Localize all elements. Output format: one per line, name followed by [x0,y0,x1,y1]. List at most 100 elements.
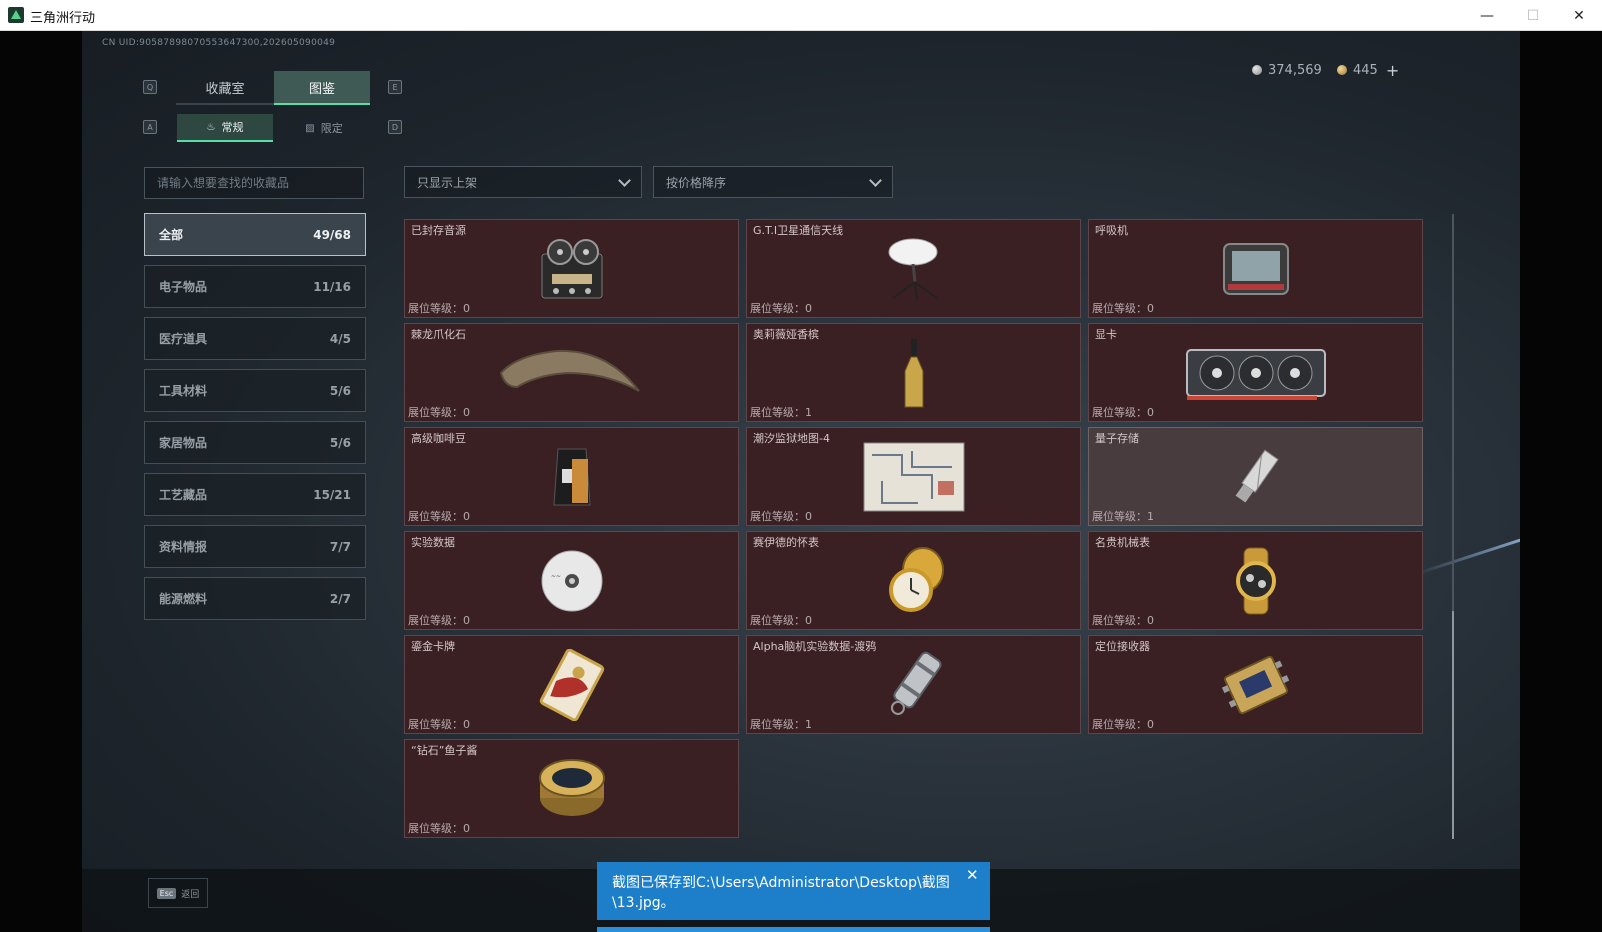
tab-collection-room[interactable]: 收藏室 [176,71,274,105]
item-card[interactable]: Alpha脑机实验数据-渡鸦 展位等级：1 [746,635,1081,734]
category-intel[interactable]: 资料情报 7/7 [144,525,366,568]
item-card[interactable]: 赛伊德的怀表 展位等级：0 [746,531,1081,630]
item-level: 展位等级：1 [1092,510,1154,523]
category-count: 2/7 [329,591,351,606]
category-label: 全部 [159,228,184,242]
item-card[interactable]: 高级咖啡豆 展位等级：0 [404,427,739,526]
pocket-watch-icon [854,546,974,616]
category-count: 5/6 [329,383,351,398]
item-card[interactable]: 显卡 展位等级：0 [1088,323,1423,422]
toast-progress-bar [597,927,990,932]
item-card[interactable]: 名贵机械表 展位等级：0 [1088,531,1423,630]
item-name: 显卡 [1095,328,1117,341]
coffee-bag-icon [512,442,632,512]
limited-icon: ▨ [305,122,315,134]
item-level: 展位等级：0 [408,822,470,835]
gold-card-icon [512,649,632,721]
window-titlebar: 三角洲行动 — ☐ ✕ [0,0,1602,31]
data-canister-icon [854,650,974,720]
category-count: 49/68 [313,227,351,242]
item-card[interactable]: 定位接收器 展位等级：0 [1088,635,1423,734]
item-list-scroll-thumb[interactable] [1452,611,1454,839]
item-card[interactable]: 实验数据 ~~ 展位等级：0 [404,531,739,630]
category-count: 15/21 [313,487,351,502]
gold-amount: 445 [1353,62,1378,78]
subtab-regular[interactable]: ♨ 常规 [177,114,273,142]
graphics-card-icon [1181,338,1331,408]
item-name: 高级咖啡豆 [411,432,466,445]
item-level: 展位等级：0 [750,302,812,315]
item-level: 展位等级：0 [1092,614,1154,627]
key-hint-e: E [388,80,402,94]
item-level: 展位等级：1 [750,718,812,731]
flame-icon: ♨ [206,121,216,133]
key-hint-d: D [388,120,402,134]
item-card[interactable]: “钻石”鱼子酱 展位等级：0 [404,739,739,838]
chevron-down-icon [869,174,882,187]
shelf-filter-value: 只显示上架 [417,175,478,190]
category-electronics[interactable]: 电子物品 11/16 [144,265,366,308]
category-household[interactable]: 家居物品 5/6 [144,421,366,464]
category-count: 5/6 [329,435,351,450]
category-energy[interactable]: 能源燃料 2/7 [144,577,366,620]
category-label: 资料情报 [159,540,208,554]
category-medical[interactable]: 医疗道具 4/5 [144,317,366,360]
item-name: G.T.I卫星通信天线 [753,224,844,237]
item-card[interactable]: 奥莉薇娅香槟 展位等级：1 [746,323,1081,422]
subtab-limited[interactable]: ▨ 限定 [276,114,372,142]
key-hint-a: A [143,120,157,134]
usb-drive-icon [1196,442,1316,512]
satellite-dish-icon [854,234,974,304]
game-viewport: CN UID:90587898070553647300,202605090049… [82,31,1520,932]
item-name: 潮汐监狱地图-4 [753,432,830,445]
item-level: 展位等级：0 [1092,718,1154,731]
item-level: 展位等级：0 [408,614,470,627]
item-level: 展位等级：0 [408,302,470,315]
back-label: 返回 [181,889,200,900]
gold-currency: 445 + [1337,61,1399,80]
subtab-regular-label: 常规 [221,121,244,134]
item-card[interactable]: G.T.I卫星通信天线 展位等级：0 [746,219,1081,318]
receiver-icon [1196,650,1316,720]
svg-text:~~: ~~ [551,573,561,580]
category-label: 工具材料 [159,384,208,398]
item-card[interactable]: 棘龙爪化石 展位等级：0 [404,323,739,422]
tab-codex[interactable]: 图鉴 [274,71,370,105]
maximize-button[interactable]: ☐ [1510,0,1556,31]
shelf-filter-dropdown[interactable]: 只显示上架 [404,166,642,198]
item-level: 展位等级：0 [1092,406,1154,419]
window-title: 三角洲行动 [30,11,96,26]
category-label: 医疗道具 [159,332,208,346]
sort-dropdown[interactable]: 按价格降序 [653,166,893,198]
close-window-button[interactable]: ✕ [1556,0,1602,31]
item-card[interactable]: 呼吸机 展位等级：0 [1088,219,1423,318]
item-level: 展位等级：0 [750,614,812,627]
category-count: 11/16 [313,279,351,294]
item-card-selected[interactable]: 量子存储 展位等级：1 [1088,427,1423,526]
letterbox-right [1520,31,1602,932]
item-card[interactable]: 潮汐监狱地图-4 展位等级：0 [746,427,1081,526]
category-crafts[interactable]: 工艺藏品 15/21 [144,473,366,516]
collection-search-input[interactable] [144,167,364,199]
add-currency-button[interactable]: + [1386,61,1399,80]
map-icon [854,442,974,512]
champagne-bottle-icon [854,338,974,408]
item-name: 定位接收器 [1095,640,1150,653]
silver-currency: 374,569 [1252,62,1322,78]
ventilator-icon [1196,234,1316,304]
item-card[interactable]: 鎏金卡牌 展位等级：0 [404,635,739,734]
back-button[interactable]: Esc 返回 [148,878,208,908]
minimize-button[interactable]: — [1464,0,1510,31]
item-name: 已封存音源 [411,224,466,237]
item-card[interactable]: 已封存音源 展位等级：0 [404,219,739,318]
app-logo-icon [8,7,24,23]
item-level: 展位等级：0 [408,718,470,731]
wristwatch-icon [1196,546,1316,616]
category-tools[interactable]: 工具材料 5/6 [144,369,366,412]
item-level: 展位等级：0 [1092,302,1154,315]
gold-coin-icon [1337,65,1347,75]
category-all[interactable]: 全部 49/68 [144,213,366,256]
toast-close-icon[interactable]: ✕ [966,866,979,884]
category-count: 7/7 [329,539,351,554]
chevron-down-icon [618,174,631,187]
